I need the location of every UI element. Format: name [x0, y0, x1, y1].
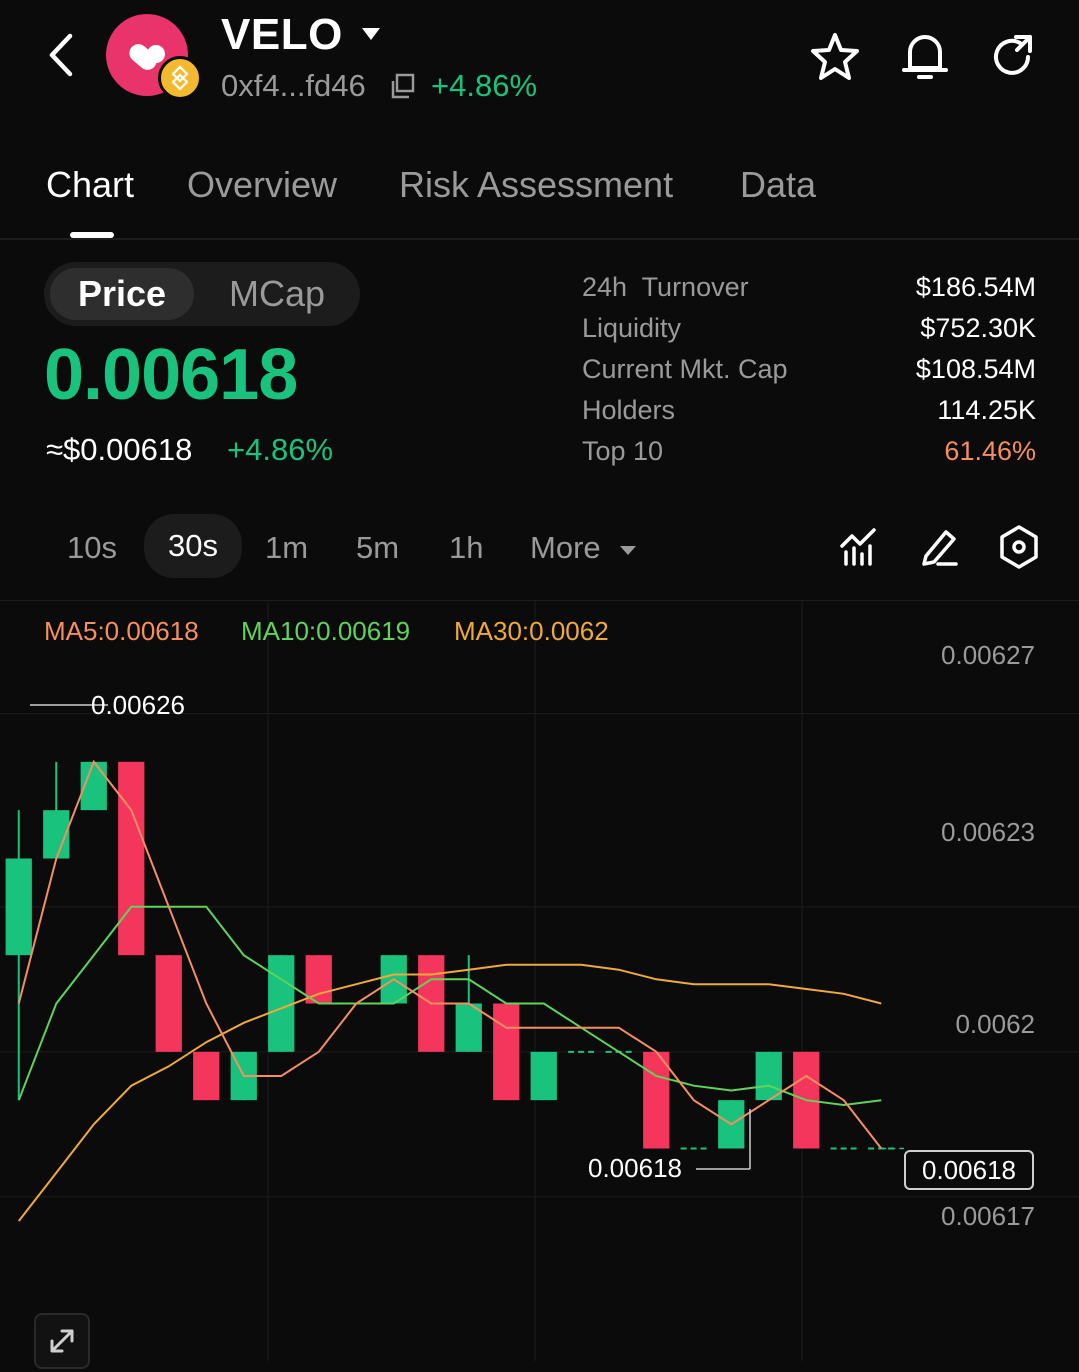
- stat-value-turnover: $186.54M: [915, 272, 1036, 302]
- stat-value-liquidity: $752.30K: [920, 313, 1036, 343]
- bell-icon: [902, 35, 948, 79]
- candle-up: [268, 955, 295, 1052]
- timeframe-30s[interactable]: 30s: [144, 514, 242, 578]
- favorite-button[interactable]: [808, 30, 862, 89]
- candle-up: [755, 1051, 782, 1101]
- last-price-box: 0.00618: [904, 1150, 1034, 1190]
- ma30-label: MA30:0.0062: [454, 616, 609, 646]
- candle-down: [193, 1051, 220, 1101]
- y-tick-label: 0.00627: [941, 640, 1035, 670]
- fullscreen-button[interactable]: [34, 1313, 90, 1369]
- y-tick-label: 0.00623: [941, 817, 1035, 847]
- candle-up: [530, 1051, 557, 1101]
- timeframe-1m[interactable]: 1m: [265, 530, 308, 566]
- alert-button[interactable]: [898, 28, 952, 89]
- timeframe-5m[interactable]: 5m: [356, 530, 399, 566]
- candle-up: [5, 858, 32, 956]
- header-change: +4.86%: [431, 68, 538, 103]
- tab-data[interactable]: Data: [740, 164, 816, 206]
- price-toggle-button[interactable]: Price: [50, 268, 194, 320]
- y-tick-label: 0.0062: [955, 1009, 1035, 1039]
- chevron-down-icon: [620, 545, 637, 555]
- ma5-line: [17, 759, 883, 1150]
- ma10-label: MA10:0.00619: [241, 616, 411, 646]
- tabs-divider: [0, 238, 1079, 240]
- mcap-toggle-button[interactable]: MCap: [204, 268, 350, 320]
- chevron-down-icon[interactable]: [360, 26, 382, 47]
- candle-down: [118, 761, 145, 956]
- tab-overview[interactable]: Overview: [187, 164, 337, 206]
- candle-down: [493, 1003, 520, 1101]
- timeframe-1h[interactable]: 1h: [449, 530, 483, 566]
- candle-down: [155, 955, 182, 1052]
- stat-value-top10: 61.46%: [944, 436, 1036, 466]
- candle-down: [305, 955, 332, 1004]
- token-symbol[interactable]: VELO: [221, 10, 343, 60]
- tab-risk-assessment[interactable]: Risk Assessment: [399, 164, 673, 206]
- timeframe-30s-label: 30s: [168, 528, 218, 563]
- refresh-icon: [994, 35, 1032, 75]
- pencil-icon: [922, 530, 958, 566]
- candle-down: [643, 1051, 670, 1149]
- copy-icon[interactable]: [388, 72, 416, 105]
- y-tick-label: 0.00617: [941, 1201, 1035, 1231]
- candle-up: [455, 1003, 482, 1052]
- ma5-label: MA5:0.00618: [44, 616, 199, 646]
- chart-settings-button[interactable]: [998, 524, 1040, 575]
- more-label: More: [530, 530, 601, 565]
- ma10-line: [17, 905, 882, 1107]
- price-usd: ≈$0.00618: [46, 432, 193, 467]
- stat-label-turnover: 24h Turnover: [582, 272, 749, 302]
- stat-label-market-cap: Current Mkt. Cap: [582, 354, 788, 384]
- price-toggle-label: Price: [77, 273, 167, 314]
- indicator-button[interactable]: [838, 526, 880, 573]
- current-price: 0.00618: [44, 335, 298, 415]
- stat-label-liquidity: Liquidity: [582, 313, 682, 343]
- last-price-label: 0.00618: [922, 1155, 1016, 1185]
- indicator-icon: [840, 528, 876, 566]
- stat-value-holders: 114.25K: [937, 395, 1036, 425]
- low-price-label: 0.00618: [588, 1153, 682, 1183]
- refresh-button[interactable]: [986, 30, 1040, 89]
- expand-icon: [50, 1329, 74, 1353]
- back-button[interactable]: [40, 30, 84, 80]
- high-price-label: 0.00626: [91, 690, 185, 720]
- stat-label-holders: Holders: [582, 395, 676, 425]
- back-arrow-icon: [49, 33, 73, 77]
- hexagon-settings-icon: [1000, 525, 1038, 569]
- draw-button[interactable]: [918, 526, 960, 573]
- timeframe-10s[interactable]: 10s: [67, 530, 117, 566]
- timeframe-more[interactable]: More: [530, 530, 637, 566]
- star-icon: [811, 33, 859, 80]
- tab-chart[interactable]: Chart: [46, 164, 134, 206]
- stat-label-top10: Top 10: [582, 436, 664, 466]
- bnb-chain-badge-icon: [158, 56, 202, 100]
- mcap-toggle-label: MCap: [228, 273, 326, 314]
- stat-value-market-cap: $108.54M: [915, 354, 1036, 384]
- token-address: 0xf4...fd46: [221, 68, 366, 103]
- price-change: +4.86%: [227, 432, 334, 467]
